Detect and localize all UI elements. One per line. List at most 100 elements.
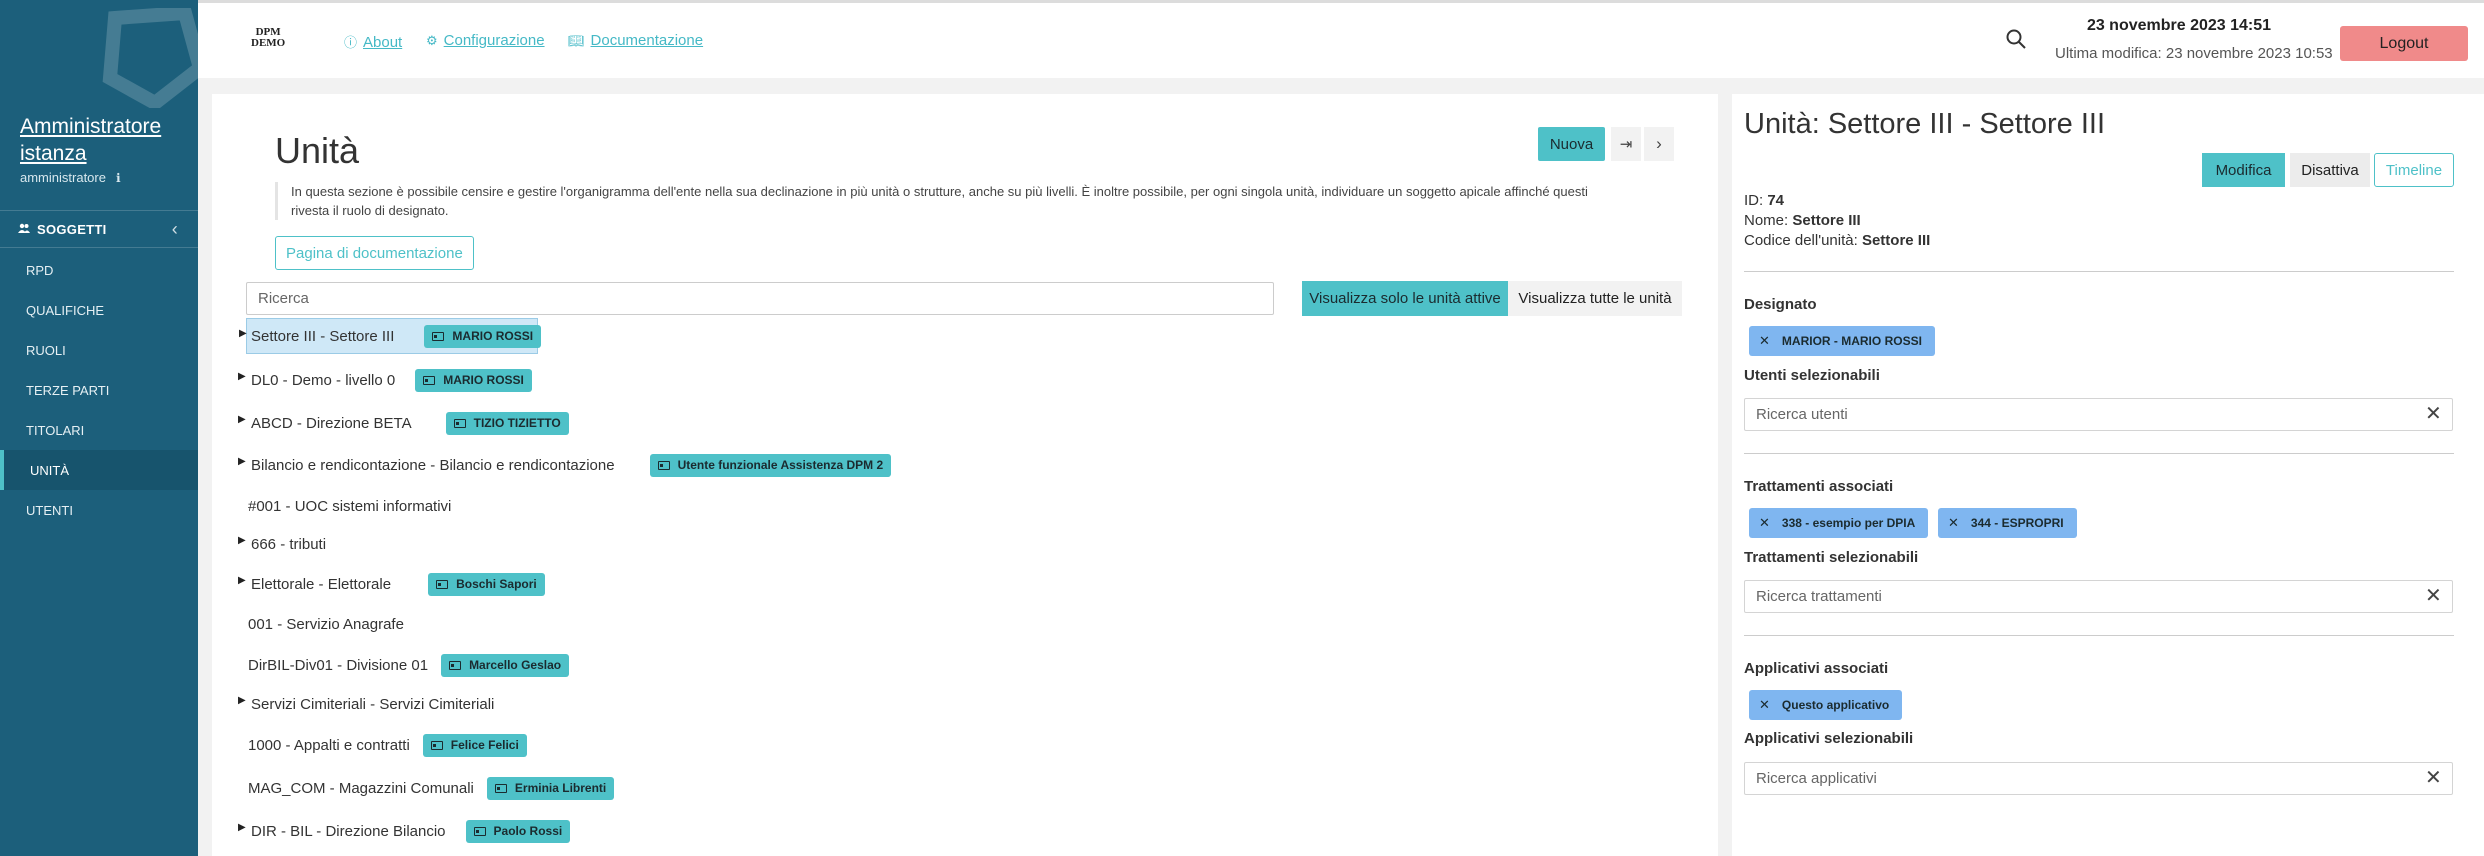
filter-all-units-button[interactable]: Visualizza tutte le unità xyxy=(1508,281,1682,316)
tree-node-label: #001 - UOC sistemi informativi xyxy=(248,497,452,515)
designato-badge[interactable]: Boschi Sapori xyxy=(428,572,545,596)
brand-logo[interactable]: DPM DEMO xyxy=(251,27,285,49)
timeline-button[interactable]: Timeline xyxy=(2374,153,2454,187)
disable-button[interactable]: Disattiva xyxy=(2290,153,2370,187)
sidebar-item-label: TITOLARI xyxy=(26,422,85,438)
tree-node[interactable]: DirBIL-Div01 - Divisione 01 Marcello Ges… xyxy=(248,647,570,683)
sidebar-item-titolari[interactable]: TITOLARI xyxy=(0,410,198,450)
documentazione-link[interactable]: 📖︎ Documentazione xyxy=(568,32,703,49)
user-role: amministratore ℹ xyxy=(20,170,121,185)
designato-badge[interactable]: Utente funzionale Assistenza DPM 2 xyxy=(649,453,892,477)
tree-node[interactable]: ▶ Settore III - Settore III MARIO ROSSI xyxy=(239,318,542,354)
expand-arrow-icon[interactable]: ▶ xyxy=(238,822,246,833)
unit-id: ID: 74 xyxy=(1744,192,1784,209)
utenti-search-input[interactable] xyxy=(1744,398,2453,431)
main-panel: Unità Nuova ⇥ › In questa sezione è poss… xyxy=(212,94,1718,856)
sidebar-item-terze-parti[interactable]: TERZE PARTI xyxy=(0,370,198,410)
sidebar-item-qualifiche[interactable]: QUALIFICHE xyxy=(0,290,198,330)
tree-node[interactable]: 001 - Servizio Anagrafe xyxy=(248,606,404,642)
id-card-icon xyxy=(453,418,466,428)
expand-arrow-icon[interactable]: ▶ xyxy=(238,575,246,586)
about-link[interactable]: ⓘ About xyxy=(344,32,402,51)
search-icon[interactable] xyxy=(2004,27,2028,51)
sidebar-item-ruoli[interactable]: RUOLI xyxy=(0,330,198,370)
tree-node[interactable]: MAG_COM - Magazzini Comunali Erminia Lib… xyxy=(248,770,615,806)
designato-badge[interactable]: Paolo Rossi xyxy=(465,819,571,843)
sidebar: Amministratore istanza amministratore ℹ S… xyxy=(0,0,198,856)
new-unit-button[interactable]: Nuova xyxy=(1538,127,1605,161)
info-icon[interactable]: ℹ xyxy=(116,171,121,185)
designato-title: Designato xyxy=(1744,296,1817,313)
tree-node-label: Settore III - Settore III xyxy=(251,327,395,345)
tree-node[interactable]: #001 - UOC sistemi informativi xyxy=(248,488,451,524)
remove-icon[interactable]: ✕ xyxy=(1759,333,1770,349)
expand-arrow-icon[interactable]: ▶ xyxy=(239,328,247,339)
tree-node[interactable]: ▶ Servizi Cimiteriali - Servizi Cimiteri… xyxy=(238,686,494,722)
chip-label: Questo applicativo xyxy=(1781,698,1890,712)
code-value: Settore III xyxy=(1861,232,1931,249)
remove-icon[interactable]: ✕ xyxy=(1759,515,1770,531)
top-bar: DPM DEMO ⓘ About ⚙ Configurazione 📖︎ Docume… xyxy=(198,0,2484,78)
documentation-page-button[interactable]: Pagina di documentazione xyxy=(275,236,474,270)
badge-label: MARIO ROSSI xyxy=(452,329,534,343)
name-value: Settore III xyxy=(1792,212,1861,229)
export-button[interactable]: ⇥ xyxy=(1611,127,1641,161)
tree-node[interactable]: ▶ ABCD - Direzione BETA TIZIO TIZIETTO xyxy=(238,405,569,441)
configurazione-link[interactable]: ⚙ Configurazione xyxy=(426,32,545,49)
filter-active-units-button[interactable]: Visualizza solo le unità attive xyxy=(1302,281,1508,316)
tree-node[interactable]: ▶ Elettorale - Elettorale Boschi Sapori xyxy=(238,566,545,602)
sidebar-item-unita[interactable]: UNITÀ xyxy=(0,450,198,490)
remove-icon[interactable]: ✕ xyxy=(1759,697,1770,713)
badge-label: Utente funzionale Assistenza DPM 2 xyxy=(677,458,884,472)
id-card-icon xyxy=(436,579,449,589)
designato-badge[interactable]: Erminia Librenti xyxy=(486,776,615,800)
export-icon: ⇥ xyxy=(1619,136,1633,153)
id-card-icon xyxy=(449,660,462,670)
expand-arrow-icon[interactable]: ▶ xyxy=(238,414,246,425)
about-link-label: About xyxy=(363,34,403,51)
id-card-icon xyxy=(657,460,670,470)
next-button[interactable]: › xyxy=(1644,127,1674,161)
tree-node-label: Bilancio e rendicontazione - Bilancio e … xyxy=(251,456,615,474)
page-title: Unità xyxy=(275,130,360,171)
designato-badge[interactable]: MARIO ROSSI xyxy=(415,368,532,392)
sidebar-item-label: UTENTI xyxy=(26,502,73,518)
sidebar-item-utenti[interactable]: UTENTI xyxy=(0,490,198,530)
tree-node-label: 1000 - Appalti e contratti xyxy=(248,736,410,754)
detail-title: Unità: Settore III - Settore III xyxy=(1744,108,2106,140)
chevron-left-icon[interactable]: ‹ xyxy=(172,219,178,240)
expand-arrow-icon[interactable]: ▶ xyxy=(238,371,246,382)
edit-button[interactable]: Modifica xyxy=(2202,153,2285,187)
expand-arrow-icon[interactable]: ▶ xyxy=(238,535,246,546)
tree-node[interactable]: ▶ 666 - tributi xyxy=(238,526,326,562)
clear-icon[interactable]: ✕ xyxy=(2425,765,2442,790)
applicativi-search-input[interactable] xyxy=(1744,762,2453,795)
expand-arrow-icon[interactable]: ▶ xyxy=(238,456,246,467)
remove-icon[interactable]: ✕ xyxy=(1948,515,1959,531)
applicativi-title: Applicativi associati xyxy=(1744,660,1889,677)
clear-icon[interactable]: ✕ xyxy=(2425,401,2442,426)
badge-label: Erminia Librenti xyxy=(514,781,607,795)
applicativi-selezionabili-title: Applicativi selezionabili xyxy=(1744,730,1914,747)
designato-badge[interactable]: Marcello Geslao xyxy=(441,653,570,677)
search-input[interactable] xyxy=(246,282,1274,315)
designato-badge[interactable]: TIZIO TIZIETTO xyxy=(445,411,569,435)
clear-icon[interactable]: ✕ xyxy=(2425,583,2442,608)
logout-button[interactable]: Logout xyxy=(2340,26,2468,61)
tree-node[interactable]: ▶ DIR - BIL - Direzione Bilancio Paolo R… xyxy=(238,813,571,849)
tree-node[interactable]: ▶ Bilancio e rendicontazione - Bilancio … xyxy=(238,447,892,483)
name-label: Nome: xyxy=(1744,212,1789,229)
sidebar-item-label: TERZE PARTI xyxy=(26,382,110,398)
sidebar-item-rpd[interactable]: RPD xyxy=(0,250,198,290)
sidebar-nav: RPD QUALIFICHE RUOLI TERZE PARTI TITOLAR… xyxy=(0,250,198,530)
trattamenti-search-input[interactable] xyxy=(1744,580,2453,613)
user-name[interactable]: Amministratore istanza xyxy=(20,113,190,167)
designato-badge[interactable]: MARIO ROSSI xyxy=(424,324,542,348)
tree-node[interactable]: 1000 - Appalti e contratti Felice Felici xyxy=(248,727,527,763)
page-description: In questa sezione è possibile censire e … xyxy=(275,182,1615,220)
section-soggetti[interactable]: SOGGETTI ‹ xyxy=(0,210,198,248)
group-icon xyxy=(18,222,30,236)
expand-arrow-icon[interactable]: ▶ xyxy=(238,695,246,706)
tree-node[interactable]: ▶ DL0 - Demo - livello 0 MARIO ROSSI xyxy=(238,362,532,398)
designato-badge[interactable]: Felice Felici xyxy=(422,733,527,757)
